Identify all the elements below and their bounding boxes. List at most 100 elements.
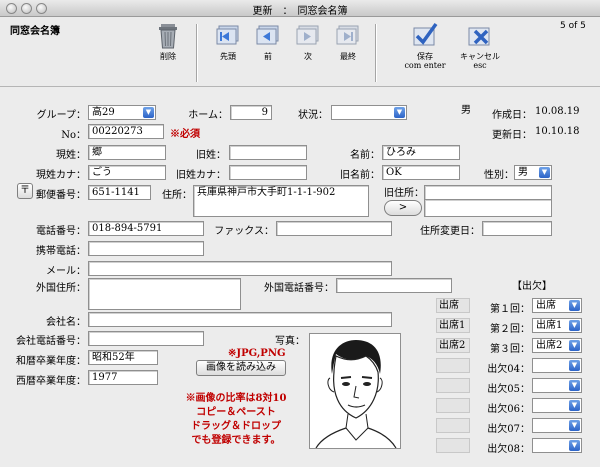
- attendance-summary-cell: 出席2: [436, 338, 470, 353]
- chevron-down-icon: ▼: [569, 320, 580, 331]
- next-record-icon: [296, 25, 319, 45]
- delete-label: 削除: [160, 52, 176, 61]
- first-record-icon: [216, 25, 239, 45]
- company-label: 会社名：: [46, 317, 86, 328]
- gender-value: 男: [518, 167, 528, 178]
- chevron-down-icon: ▼: [569, 300, 580, 311]
- old-address-button[interactable]: >: [384, 200, 422, 216]
- photo-frame[interactable]: [309, 333, 401, 449]
- postal-lookup-button[interactable]: 〒: [17, 183, 33, 199]
- toolbar-separator: [375, 24, 376, 82]
- attendance-row-label: 第３回：: [490, 344, 530, 355]
- attendance-row-label: 出欠07：: [487, 424, 530, 435]
- first-record-button[interactable]: 先頭: [206, 20, 250, 76]
- attendance-row-label: 第２回：: [490, 324, 530, 335]
- ratio-note-line: でも登録できます。: [191, 435, 281, 446]
- given-name-field[interactable]: ひろみ: [382, 145, 460, 160]
- company-field[interactable]: [88, 312, 392, 327]
- given-name-label: 名前：: [350, 150, 380, 161]
- grad-wareki-label: 和暦卒業年度：: [16, 356, 86, 367]
- foreign-address-label: 外国住所：: [36, 283, 86, 294]
- ratio-note-line: ドラッグ＆ドロップ: [191, 421, 281, 432]
- foreign-phone-field[interactable]: [336, 278, 452, 293]
- delete-button[interactable]: 削除: [146, 20, 190, 76]
- address-changed-label: 住所変更日：: [420, 226, 480, 237]
- status-select[interactable]: ▼: [331, 105, 407, 120]
- save-button[interactable]: 保存 com enter: [400, 20, 450, 76]
- old-address-label: 旧住所：: [384, 188, 424, 199]
- chevron-down-icon: ▼: [394, 107, 405, 118]
- last-record-icon: [336, 25, 359, 45]
- postal-field[interactable]: 651-1141: [88, 185, 151, 200]
- foreign-address-field[interactable]: [88, 278, 241, 310]
- old-given-label: 旧名前：: [340, 170, 380, 181]
- postal-label: 郵便番号：: [36, 190, 86, 201]
- chevron-down-icon: ▼: [569, 400, 580, 411]
- old-kana-label: 旧姓カナ：: [176, 170, 226, 181]
- attendance-select[interactable]: ▼: [532, 438, 582, 453]
- fax-field[interactable]: [276, 221, 392, 236]
- ratio-note-line: コピー＆ペースト: [196, 407, 276, 418]
- address-changed-field[interactable]: [482, 221, 552, 236]
- last-record-button[interactable]: 最終: [326, 20, 370, 76]
- load-image-button[interactable]: 画像を読み込み: [196, 360, 286, 376]
- cancel-shortcut-label: esc: [473, 61, 487, 70]
- company-phone-field[interactable]: [88, 331, 204, 346]
- surname-kana-field[interactable]: ごう: [88, 165, 166, 180]
- old-kana-field[interactable]: [229, 165, 307, 180]
- surname-field[interactable]: 郷: [88, 145, 166, 160]
- home-field[interactable]: 9: [230, 105, 272, 120]
- address-field[interactable]: 兵庫県神戸市大手町1-1-1-902: [193, 185, 369, 217]
- save-label: 保存: [417, 52, 433, 61]
- attendance-value: 出席2: [536, 340, 563, 351]
- attendance-value: 出席1: [536, 320, 563, 331]
- old-given-field[interactable]: OK: [382, 165, 460, 180]
- mobile-label: 携帯電話：: [36, 246, 86, 257]
- old-address-field-line2[interactable]: [424, 199, 552, 217]
- attendance-summary-cell: [436, 398, 470, 413]
- attendance-select[interactable]: ▼: [532, 358, 582, 373]
- attendance-summary-cell: 出席: [436, 298, 470, 313]
- group-select[interactable]: 高29 ▼: [88, 105, 156, 120]
- created-date: 10.08.19: [535, 106, 580, 117]
- attendance-row-label: 出欠05：: [487, 384, 530, 395]
- attendance-select[interactable]: 出席1 ▼: [532, 318, 582, 333]
- grad-seireki-field[interactable]: 1977: [88, 370, 158, 385]
- gender-select[interactable]: 男 ▼: [514, 165, 552, 180]
- attendance-value: 出席: [536, 300, 556, 311]
- status-label: 状況：: [298, 110, 328, 121]
- record-counter: 5 of 5: [560, 21, 586, 31]
- old-address-field[interactable]: [424, 185, 552, 200]
- attendance-summary-cell: 出席1: [436, 318, 470, 333]
- first-label: 先頭: [220, 52, 236, 61]
- grad-wareki-field[interactable]: 昭和52年: [88, 350, 158, 365]
- trash-icon: [159, 24, 177, 49]
- attendance-select[interactable]: 出席 ▼: [532, 298, 582, 313]
- last-label: 最終: [340, 52, 356, 61]
- chevron-down-icon: ▼: [569, 420, 580, 431]
- mail-field[interactable]: [88, 261, 392, 276]
- attendance-summary-cell: [436, 418, 470, 433]
- attendance-select[interactable]: ▼: [532, 398, 582, 413]
- attendance-row-label: 出欠04：: [487, 364, 530, 375]
- chevron-down-icon: ▼: [569, 340, 580, 351]
- required-note: ※必須: [170, 129, 200, 140]
- next-record-button[interactable]: 次: [286, 20, 330, 76]
- no-field[interactable]: 00220273: [88, 124, 164, 139]
- mobile-field[interactable]: [88, 241, 204, 256]
- previous-record-button[interactable]: 前: [246, 20, 290, 76]
- save-checkmark-icon: [413, 22, 438, 46]
- attendance-summary-cell: [436, 378, 470, 393]
- attendance-select[interactable]: ▼: [532, 418, 582, 433]
- address-label: 住所：: [162, 190, 192, 201]
- attendance-title: 【出欠】: [512, 281, 552, 292]
- chevron-down-icon: ▼: [539, 167, 550, 178]
- cancel-button[interactable]: キャンセル esc: [453, 20, 507, 76]
- chevron-down-icon: ▼: [569, 380, 580, 391]
- updated-label: 更新日：: [492, 130, 532, 141]
- surname-kana-label: 現姓カナ：: [36, 170, 86, 181]
- old-surname-field[interactable]: [229, 145, 307, 160]
- attendance-select[interactable]: ▼: [532, 378, 582, 393]
- attendance-select[interactable]: 出席2 ▼: [532, 338, 582, 353]
- phone-field[interactable]: 018-894-5791: [88, 221, 204, 236]
